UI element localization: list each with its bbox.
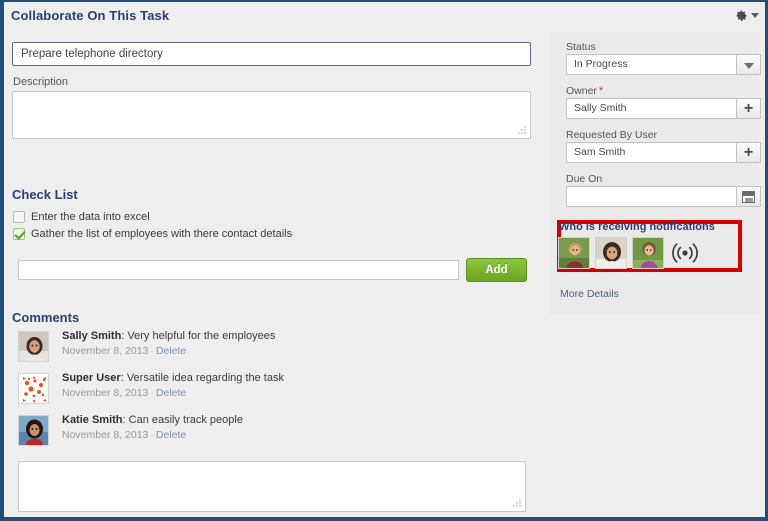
resize-grip-icon[interactable] — [513, 499, 523, 509]
meta-separator: · — [150, 345, 154, 357]
checklist-checkbox-checked[interactable] — [13, 228, 25, 240]
checklist-item-label: Gather the list of employees with there … — [31, 228, 293, 240]
details-panel: Status In Progress Owner * Sally Smith + … — [550, 32, 761, 314]
comment-meta: November 8, 2013 · Delete — [62, 387, 284, 399]
checklist-checkbox-unchecked[interactable] — [13, 211, 25, 223]
comment-body-text: : Versatile idea regarding the task — [120, 372, 284, 384]
main-content-column: Description Check List Enter the data in… — [4, 32, 541, 517]
avatar — [18, 373, 49, 404]
requested-by-input[interactable]: Sam Smith — [566, 142, 737, 163]
delete-comment-link[interactable]: Delete — [156, 345, 186, 357]
comment-item: Sally Smith: Very helpful for the employ… — [18, 330, 518, 367]
plus-icon: + — [743, 144, 754, 161]
description-textarea[interactable] — [12, 91, 531, 139]
comment-author: Super User — [62, 372, 121, 384]
settings-menu-button[interactable] — [735, 9, 759, 22]
avatar[interactable] — [632, 237, 664, 269]
owner-picker-button[interactable]: + — [737, 98, 761, 119]
comment-text: Katie Smith: Can easily track people — [62, 414, 243, 426]
meta-separator: · — [150, 387, 154, 399]
calendar-icon — [742, 191, 755, 203]
owner-input[interactable]: Sally Smith — [566, 98, 737, 119]
checklist-item[interactable]: Enter the data into excel — [13, 211, 150, 223]
details-sidebar: Status In Progress Owner * Sally Smith + … — [541, 32, 765, 517]
more-details-link[interactable]: More Details — [560, 288, 619, 300]
resize-grip-icon[interactable] — [518, 126, 528, 136]
comment-date: November 8, 2013 — [62, 429, 149, 441]
add-checklist-item-button[interactable]: Add — [466, 258, 527, 282]
checklist-item-label: Enter the data into excel — [31, 211, 150, 223]
task-title-input[interactable] — [12, 42, 531, 66]
broadcast-icon[interactable] — [669, 237, 701, 269]
chevron-down-icon — [744, 63, 754, 69]
meta-separator: · — [150, 429, 154, 441]
delete-comment-link[interactable]: Delete — [156, 387, 186, 399]
avatar[interactable] — [558, 237, 590, 269]
window-header: Collaborate On This Task — [4, 2, 765, 32]
new-comment-textarea[interactable] — [18, 461, 526, 512]
comment-item: Katie Smith: Can easily track people Nov… — [18, 414, 518, 451]
description-label: Description — [13, 76, 69, 88]
checklist-heading: Check List — [12, 187, 78, 202]
owner-label: Owner * — [566, 85, 603, 97]
checklist-new-item-input[interactable] — [18, 260, 459, 280]
avatar — [18, 415, 49, 446]
comment-body-text: : Very helpful for the employees — [121, 330, 276, 342]
status-select-value[interactable]: In Progress — [566, 54, 737, 75]
collaborate-task-window: Collaborate On This Task Description Che… — [0, 0, 768, 521]
comment-meta: November 8, 2013 · Delete — [62, 429, 243, 441]
due-on-label: Due On — [566, 173, 603, 185]
comment-date: November 8, 2013 — [62, 387, 149, 399]
chevron-down-icon — [751, 13, 759, 18]
notification-recipients — [558, 237, 701, 269]
required-marker: * — [598, 85, 604, 97]
plus-icon: + — [743, 100, 754, 117]
status-label: Status — [566, 41, 596, 53]
checklist-item[interactable]: Gather the list of employees with there … — [13, 228, 292, 240]
comment-author: Sally Smith — [62, 330, 122, 342]
comments-heading: Comments — [12, 310, 80, 325]
owner-label-text: Owner — [566, 85, 597, 97]
comment-text: Sally Smith: Very helpful for the employ… — [62, 330, 275, 342]
comment-text: Super User: Versatile idea regarding the… — [62, 372, 284, 384]
comment-author: Katie Smith — [62, 414, 123, 426]
avatar — [18, 331, 49, 362]
comment-date: November 8, 2013 — [62, 345, 149, 357]
page-title: Collaborate On This Task — [11, 8, 170, 23]
requested-by-picker-button[interactable]: + — [737, 142, 761, 163]
due-on-calendar-button[interactable] — [737, 186, 761, 207]
comment-body-text: : Can easily track people — [122, 414, 243, 426]
requested-by-label: Requested By User — [566, 129, 658, 141]
delete-comment-link[interactable]: Delete — [156, 429, 186, 441]
gear-icon — [736, 10, 747, 21]
comment-meta: November 8, 2013 · Delete — [62, 345, 275, 357]
status-dropdown-button[interactable] — [737, 54, 761, 75]
due-on-input[interactable] — [566, 186, 737, 207]
notifications-title: Who is receiving notifications — [559, 221, 715, 233]
comment-item: Super User: Versatile idea regarding the… — [18, 372, 518, 409]
avatar[interactable] — [595, 237, 627, 269]
